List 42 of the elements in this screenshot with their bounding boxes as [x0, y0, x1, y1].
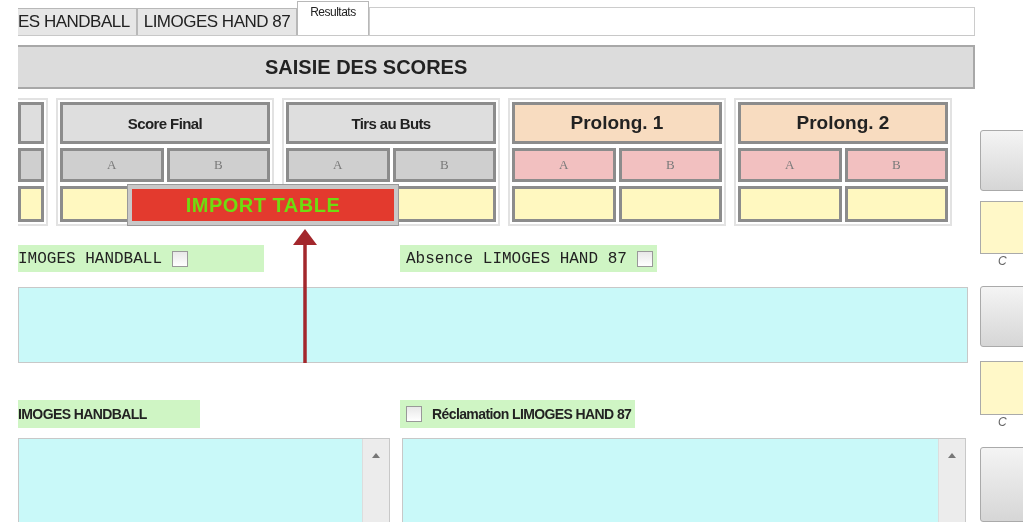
checkbox-label: IMOGES HANDBALL	[18, 406, 147, 422]
field-caption: C	[998, 414, 1007, 429]
checkbox-label: IMOGES HANDBALL	[18, 249, 163, 268]
scrollbar[interactable]	[938, 439, 965, 522]
section-title: SAISIE DES SCORES	[265, 55, 468, 79]
column-header: Prolong. 1	[512, 102, 722, 144]
team-header	[18, 148, 44, 182]
team-header: B	[844, 148, 948, 182]
tab[interactable]: LIMOGES HAND 87	[136, 8, 298, 35]
checkbox[interactable]	[172, 250, 189, 267]
checkbox-label: Absence LIMOGES HAND 87	[406, 249, 627, 268]
side-field[interactable]	[980, 361, 1023, 415]
score-field[interactable]	[738, 186, 842, 222]
checkbox-label: Réclamation LIMOGES HAND 87	[432, 406, 632, 422]
column-header	[18, 102, 44, 144]
score-field[interactable]	[844, 186, 948, 222]
score-field[interactable]	[512, 186, 616, 222]
side-button[interactable]	[980, 286, 1023, 348]
checkbox[interactable]	[636, 250, 653, 267]
checkbox[interactable]	[406, 406, 422, 422]
team-header: A	[738, 148, 842, 182]
team-header: B	[166, 148, 270, 182]
team-header: A	[60, 148, 164, 182]
team-header: B	[392, 148, 496, 182]
scroll-up-icon[interactable]	[372, 453, 380, 458]
score-field[interactable]	[618, 186, 722, 222]
tab[interactable]: ES HANDBALL	[18, 8, 137, 35]
side-field[interactable]	[980, 200, 1023, 255]
column-header: Tirs au Buts	[286, 102, 496, 144]
text-area[interactable]	[18, 287, 968, 363]
team-header: B	[618, 148, 722, 182]
scrollbar[interactable]	[362, 439, 389, 522]
side-button[interactable]	[980, 446, 1023, 522]
side-button[interactable]	[980, 130, 1023, 191]
team-header: A	[512, 148, 616, 182]
tab[interactable]: Resultats	[297, 1, 369, 35]
score-field[interactable]	[18, 186, 44, 222]
scroll-up-icon[interactable]	[948, 453, 956, 458]
column-header: Score Final	[60, 102, 270, 144]
team-header: A	[286, 148, 390, 182]
column-header: Prolong. 2	[738, 102, 948, 144]
field-caption: C	[998, 254, 1007, 269]
